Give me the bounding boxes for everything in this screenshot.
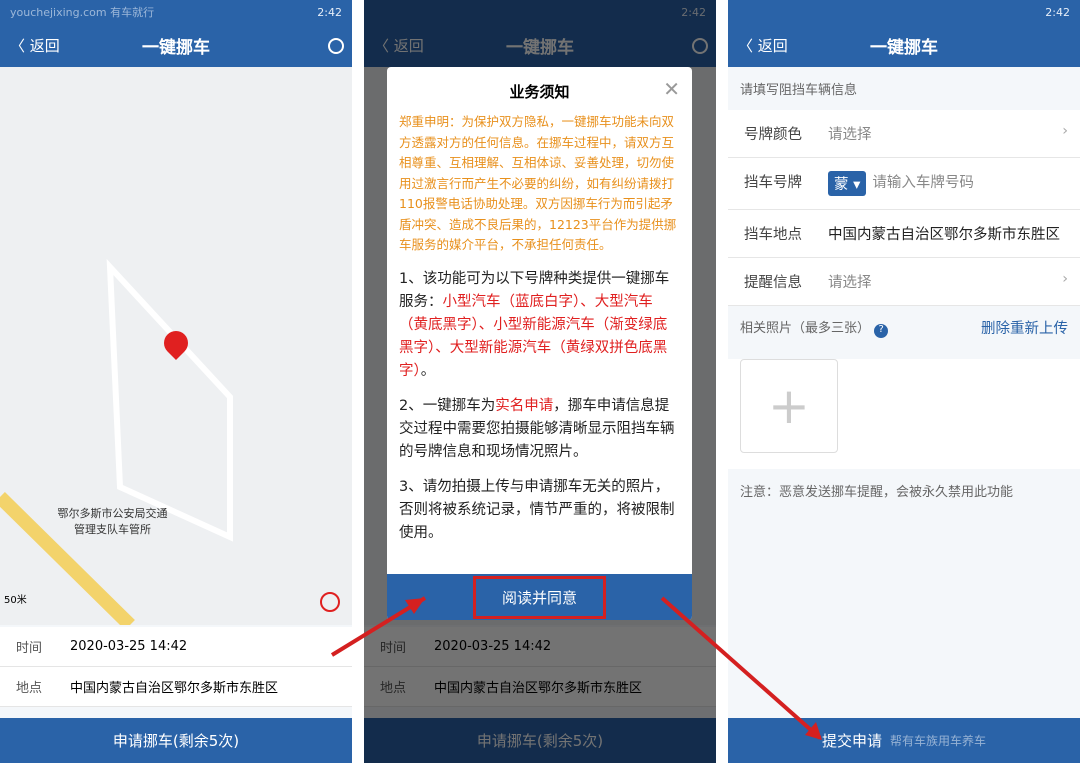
nav-bar: 〈 返回 一键挪车 [728, 24, 1080, 67]
history-clock-icon[interactable] [328, 37, 344, 54]
location-field: 挡车地点 中国内蒙古自治区鄂尔多斯市东胜区 [728, 210, 1080, 258]
status-bar: youchejixing.com 有车就行 2:42 [0, 0, 352, 24]
warning-note: 注意：恶意发送挪车提醒，会被永久禁用此功能 [740, 485, 1014, 500]
map[interactable]: 鄂尔多斯市公安局交通管理支队车管所 50米 [0, 67, 352, 630]
screen-map: youchejixing.com 有车就行 2:42 〈 返回 一键挪车 鄂尔多斯市… [0, 0, 352, 763]
section-header: 请填写阻挡车辆信息 [740, 83, 858, 98]
agree-button-bar[interactable]: 阅读并同意 [387, 574, 692, 620]
disclaimer-text: 郑重申明：为保护双方隐私，一键挪车功能未向双方透露对方的任何信息。在挪车过程中，… [399, 114, 677, 252]
chevron-right-icon: › [1062, 271, 1068, 287]
status-bar: 2:42 [728, 0, 1080, 24]
back-button[interactable]: 〈 返回 [10, 35, 60, 56]
info-row-time: 时间2020-03-25 14:42 [0, 627, 352, 667]
reminder-select[interactable]: 提醒信息 请选择 › [728, 258, 1080, 306]
submit-button[interactable]: 提交申请 帮有车族用车养车 [728, 718, 1080, 763]
photo-header: 相关照片（最多三张） ? 删除重新上传 [728, 306, 1080, 349]
map-label: 鄂尔多斯市公安局交通管理支队车管所 [57, 507, 168, 536]
plate-number-field[interactable]: 挡车号牌蒙 ▾ 请输入车牌号码 [728, 158, 1080, 210]
nav-bar: 〈 返回 一键挪车 [0, 24, 352, 67]
status-time: 2:42 [1045, 5, 1070, 19]
rule-1: 1、该功能可为以下号牌种类提供一键挪车服务：小型汽车（蓝底白字）、大型汽车（黄底… [399, 270, 670, 379]
province-dropdown[interactable]: 蒙 ▾ [828, 171, 867, 196]
close-icon[interactable]: ✕ [663, 77, 680, 101]
reupload-link[interactable]: 删除重新上传 [981, 317, 1068, 338]
map-scale: 50米 [4, 595, 27, 606]
agree-button[interactable]: 阅读并同意 [472, 575, 606, 619]
status-time: 2:42 [317, 5, 342, 19]
apply-button[interactable]: 申请挪车(剩余5次) [0, 718, 352, 763]
photo-area: + [728, 359, 1080, 469]
page-title: 一键挪车 [870, 38, 938, 58]
back-button[interactable]: 〈 返回 [738, 35, 788, 56]
help-icon[interactable]: ? [874, 324, 889, 338]
info-row-location: 地点中国内蒙古自治区鄂尔多斯市东胜区 [0, 667, 352, 707]
screen-notice: 2:42 〈 返回一键挪车 时间2020-03-25 14:42 地点中国内蒙古… [364, 0, 716, 763]
plate-color-select[interactable]: 号牌颜色 请选择 › [728, 110, 1080, 158]
chevron-right-icon: › [1062, 123, 1068, 139]
screen-form: 2:42 〈 返回 一键挪车 请填写阻挡车辆信息 号牌颜色 请选择 › 挡车号牌蒙 ▾… [728, 0, 1080, 763]
locate-icon[interactable] [320, 592, 340, 612]
notice-modal: 业务须知 ✕ 郑重申明：为保护双方隐私，一键挪车功能未向双方透露对方的任何信息。… [387, 67, 692, 620]
watermark: youchejixing.com 有车就行 [10, 6, 155, 19]
rule-3: 3、请勿拍摄上传与申请挪车无关的照片，否则将被系统记录，情节严重的，将被限制使用… [399, 478, 675, 541]
modal-title: 业务须知 [509, 83, 570, 101]
watermark-slogan: 帮有车族用车养车 [890, 734, 987, 748]
page-title: 一键挪车 [142, 38, 210, 58]
rule-2: 2、一键挪车为实名申请，挪车申请信息提交过程中需要您拍摄能够清晰显示阻挡车辆的号… [399, 397, 675, 460]
add-photo-button[interactable]: + [740, 359, 838, 453]
